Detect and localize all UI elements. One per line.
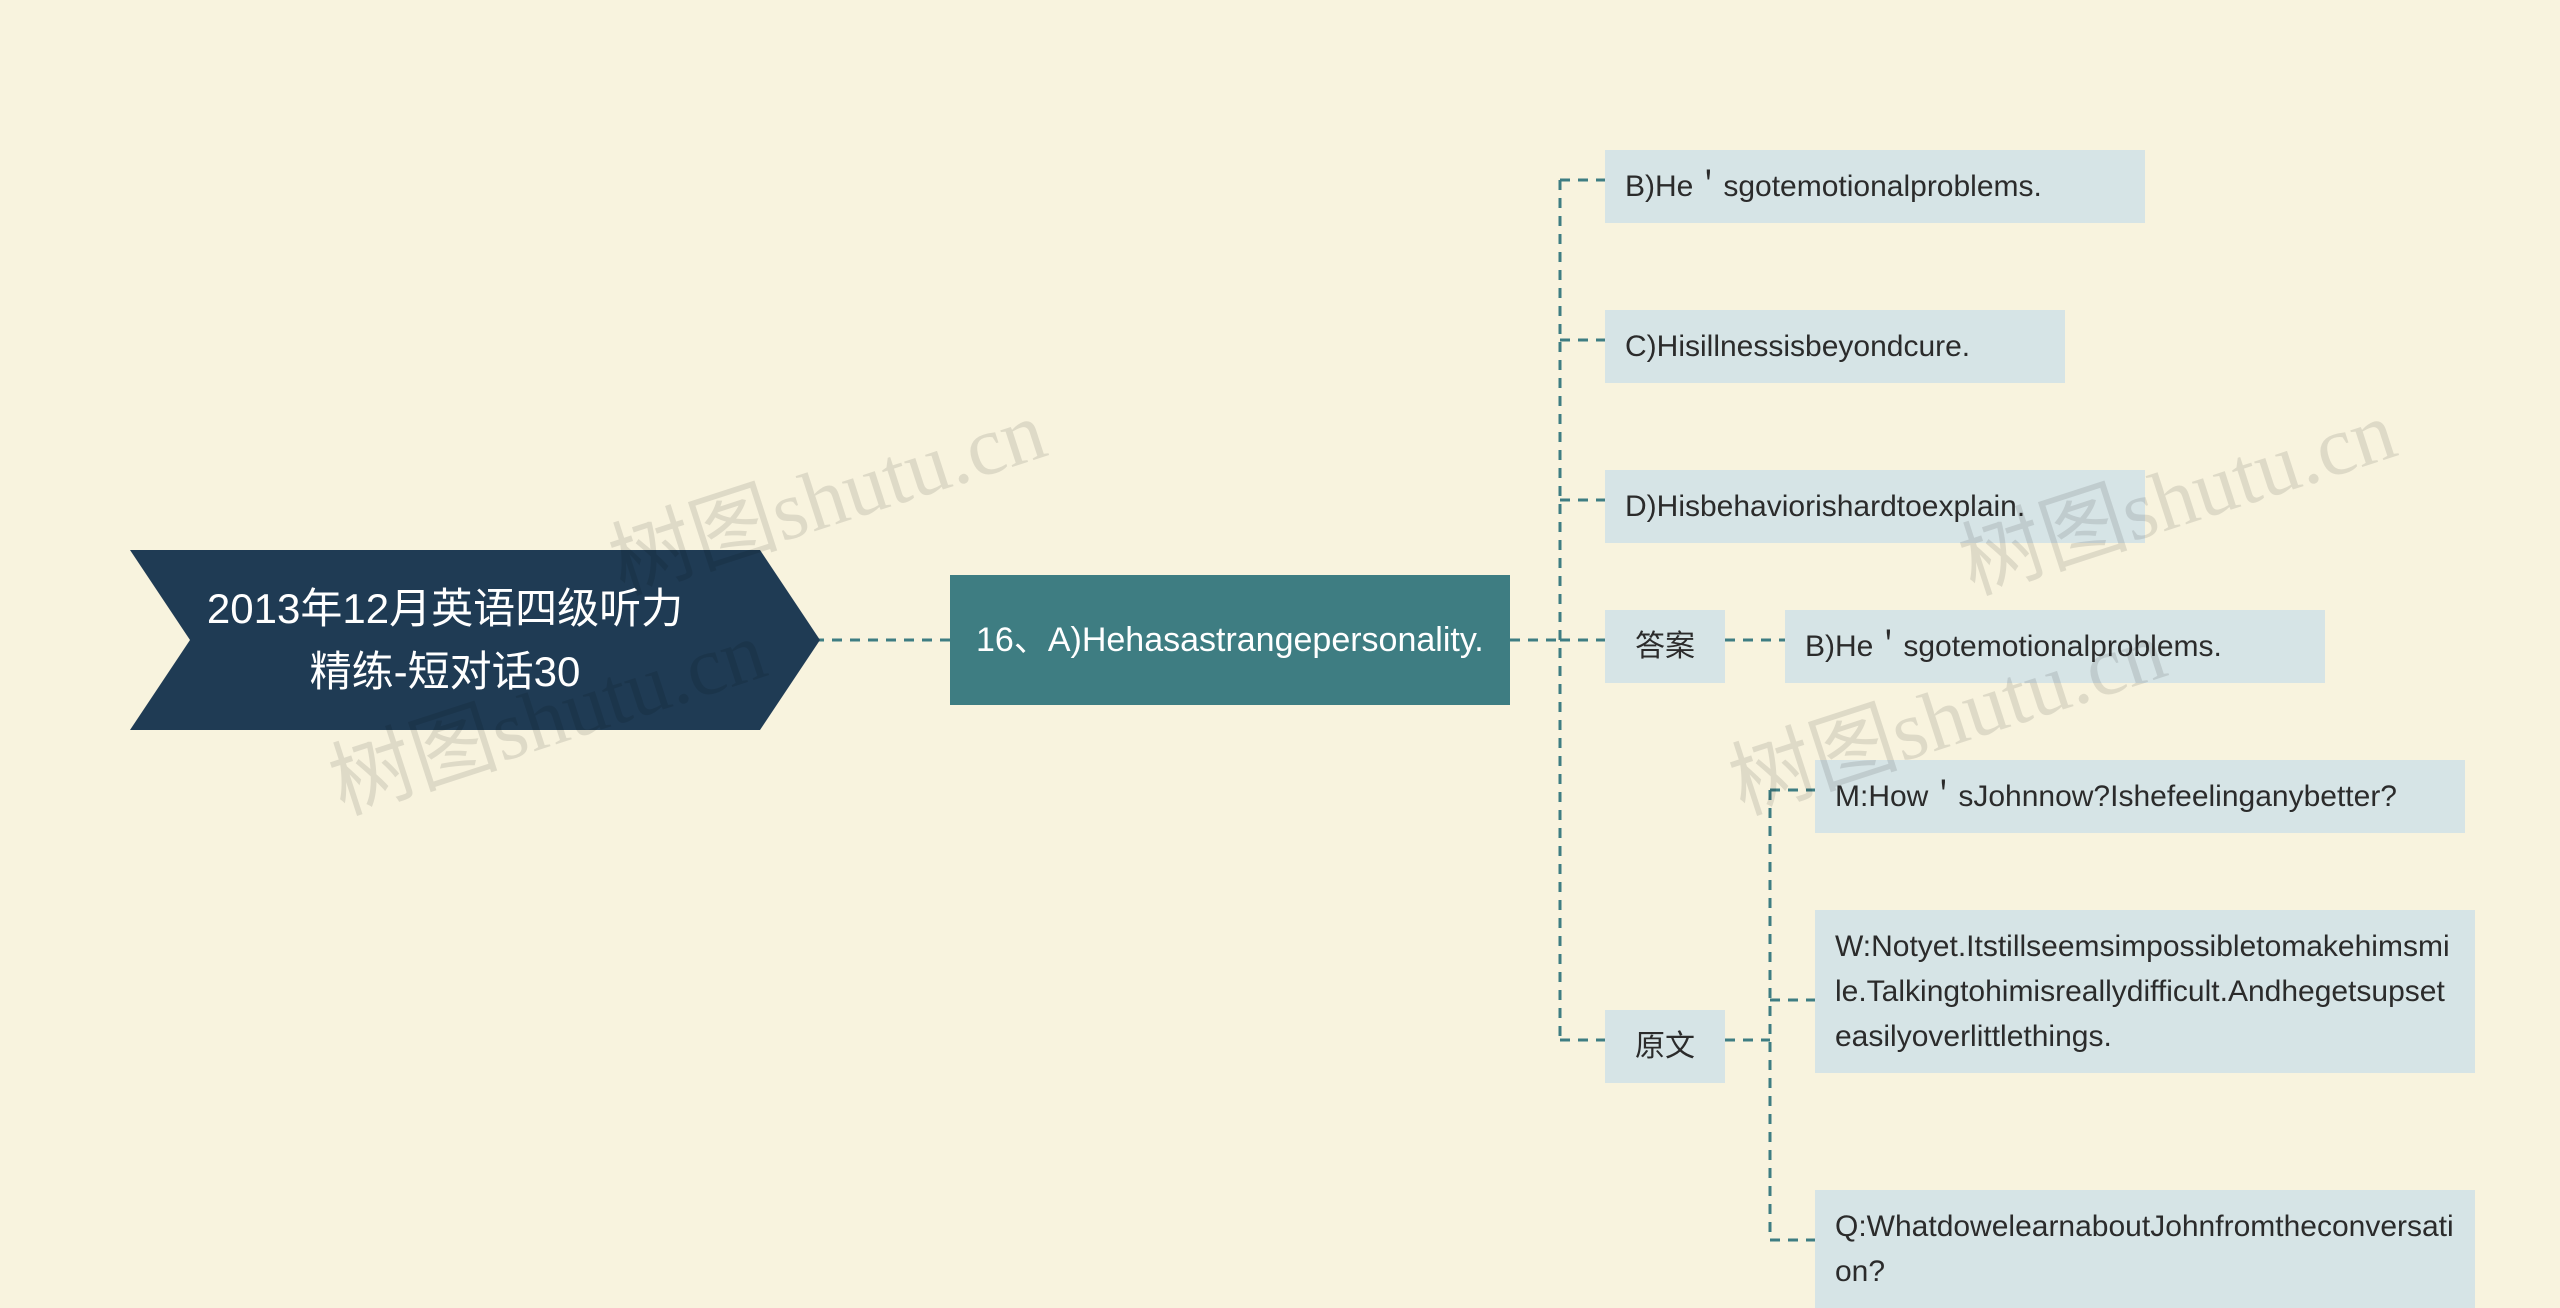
answer-value-text: B)He＇sgotemotionalproblems. <box>1805 624 2222 669</box>
mindmap-canvas: 2013年12月英语四级听力 精练-短对话30 16、A)Hehasastran… <box>0 0 2560 1303</box>
option-d-text: D)Hisbehaviorishardtoexplain. <box>1625 484 2025 529</box>
source-m-text: M:How＇sJohnnow?Ishefeelinganybetter? <box>1835 774 2397 819</box>
question-text: 16、A)Hehasastrangepersonality. <box>976 615 1484 666</box>
root-arrow-right <box>760 550 820 730</box>
root-title-line1: 2013年12月英语四级听力 <box>207 577 683 640</box>
option-d-node[interactable]: D)Hisbehaviorishardtoexplain. <box>1605 470 2145 543</box>
question-node[interactable]: 16、A)Hehasastrangepersonality. <box>950 575 1510 705</box>
answer-value-node[interactable]: B)He＇sgotemotionalproblems. <box>1785 610 2325 683</box>
answer-label-node[interactable]: 答案 <box>1605 610 1725 683</box>
root-title-line2: 精练-短对话30 <box>207 640 683 703</box>
source-label-node[interactable]: 原文 <box>1605 1010 1725 1083</box>
root-arrow-left <box>130 550 190 730</box>
source-label-text: 原文 <box>1635 1024 1695 1069</box>
source-m-node[interactable]: M:How＇sJohnnow?Ishefeelinganybetter? <box>1815 760 2465 833</box>
source-q-text: Q:WhatdowelearnaboutJohnfromtheconversat… <box>1835 1204 2455 1294</box>
answer-label-text: 答案 <box>1635 624 1695 669</box>
option-b-node[interactable]: B)He＇sgotemotionalproblems. <box>1605 150 2145 223</box>
option-c-text: C)Hisillnessisbeyondcure. <box>1625 324 1970 369</box>
option-c-node[interactable]: C)Hisillnessisbeyondcure. <box>1605 310 2065 383</box>
source-w-text: W:Notyet.Itstillseemsimpossibletomakehim… <box>1835 924 2455 1059</box>
option-b-text: B)He＇sgotemotionalproblems. <box>1625 164 2042 209</box>
root-node[interactable]: 2013年12月英语四级听力 精练-短对话30 <box>130 550 760 730</box>
root-text: 2013年12月英语四级听力 精练-短对话30 <box>207 577 683 703</box>
source-w-node[interactable]: W:Notyet.Itstillseemsimpossibletomakehim… <box>1815 910 2475 1073</box>
source-q-node[interactable]: Q:WhatdowelearnaboutJohnfromtheconversat… <box>1815 1190 2475 1308</box>
